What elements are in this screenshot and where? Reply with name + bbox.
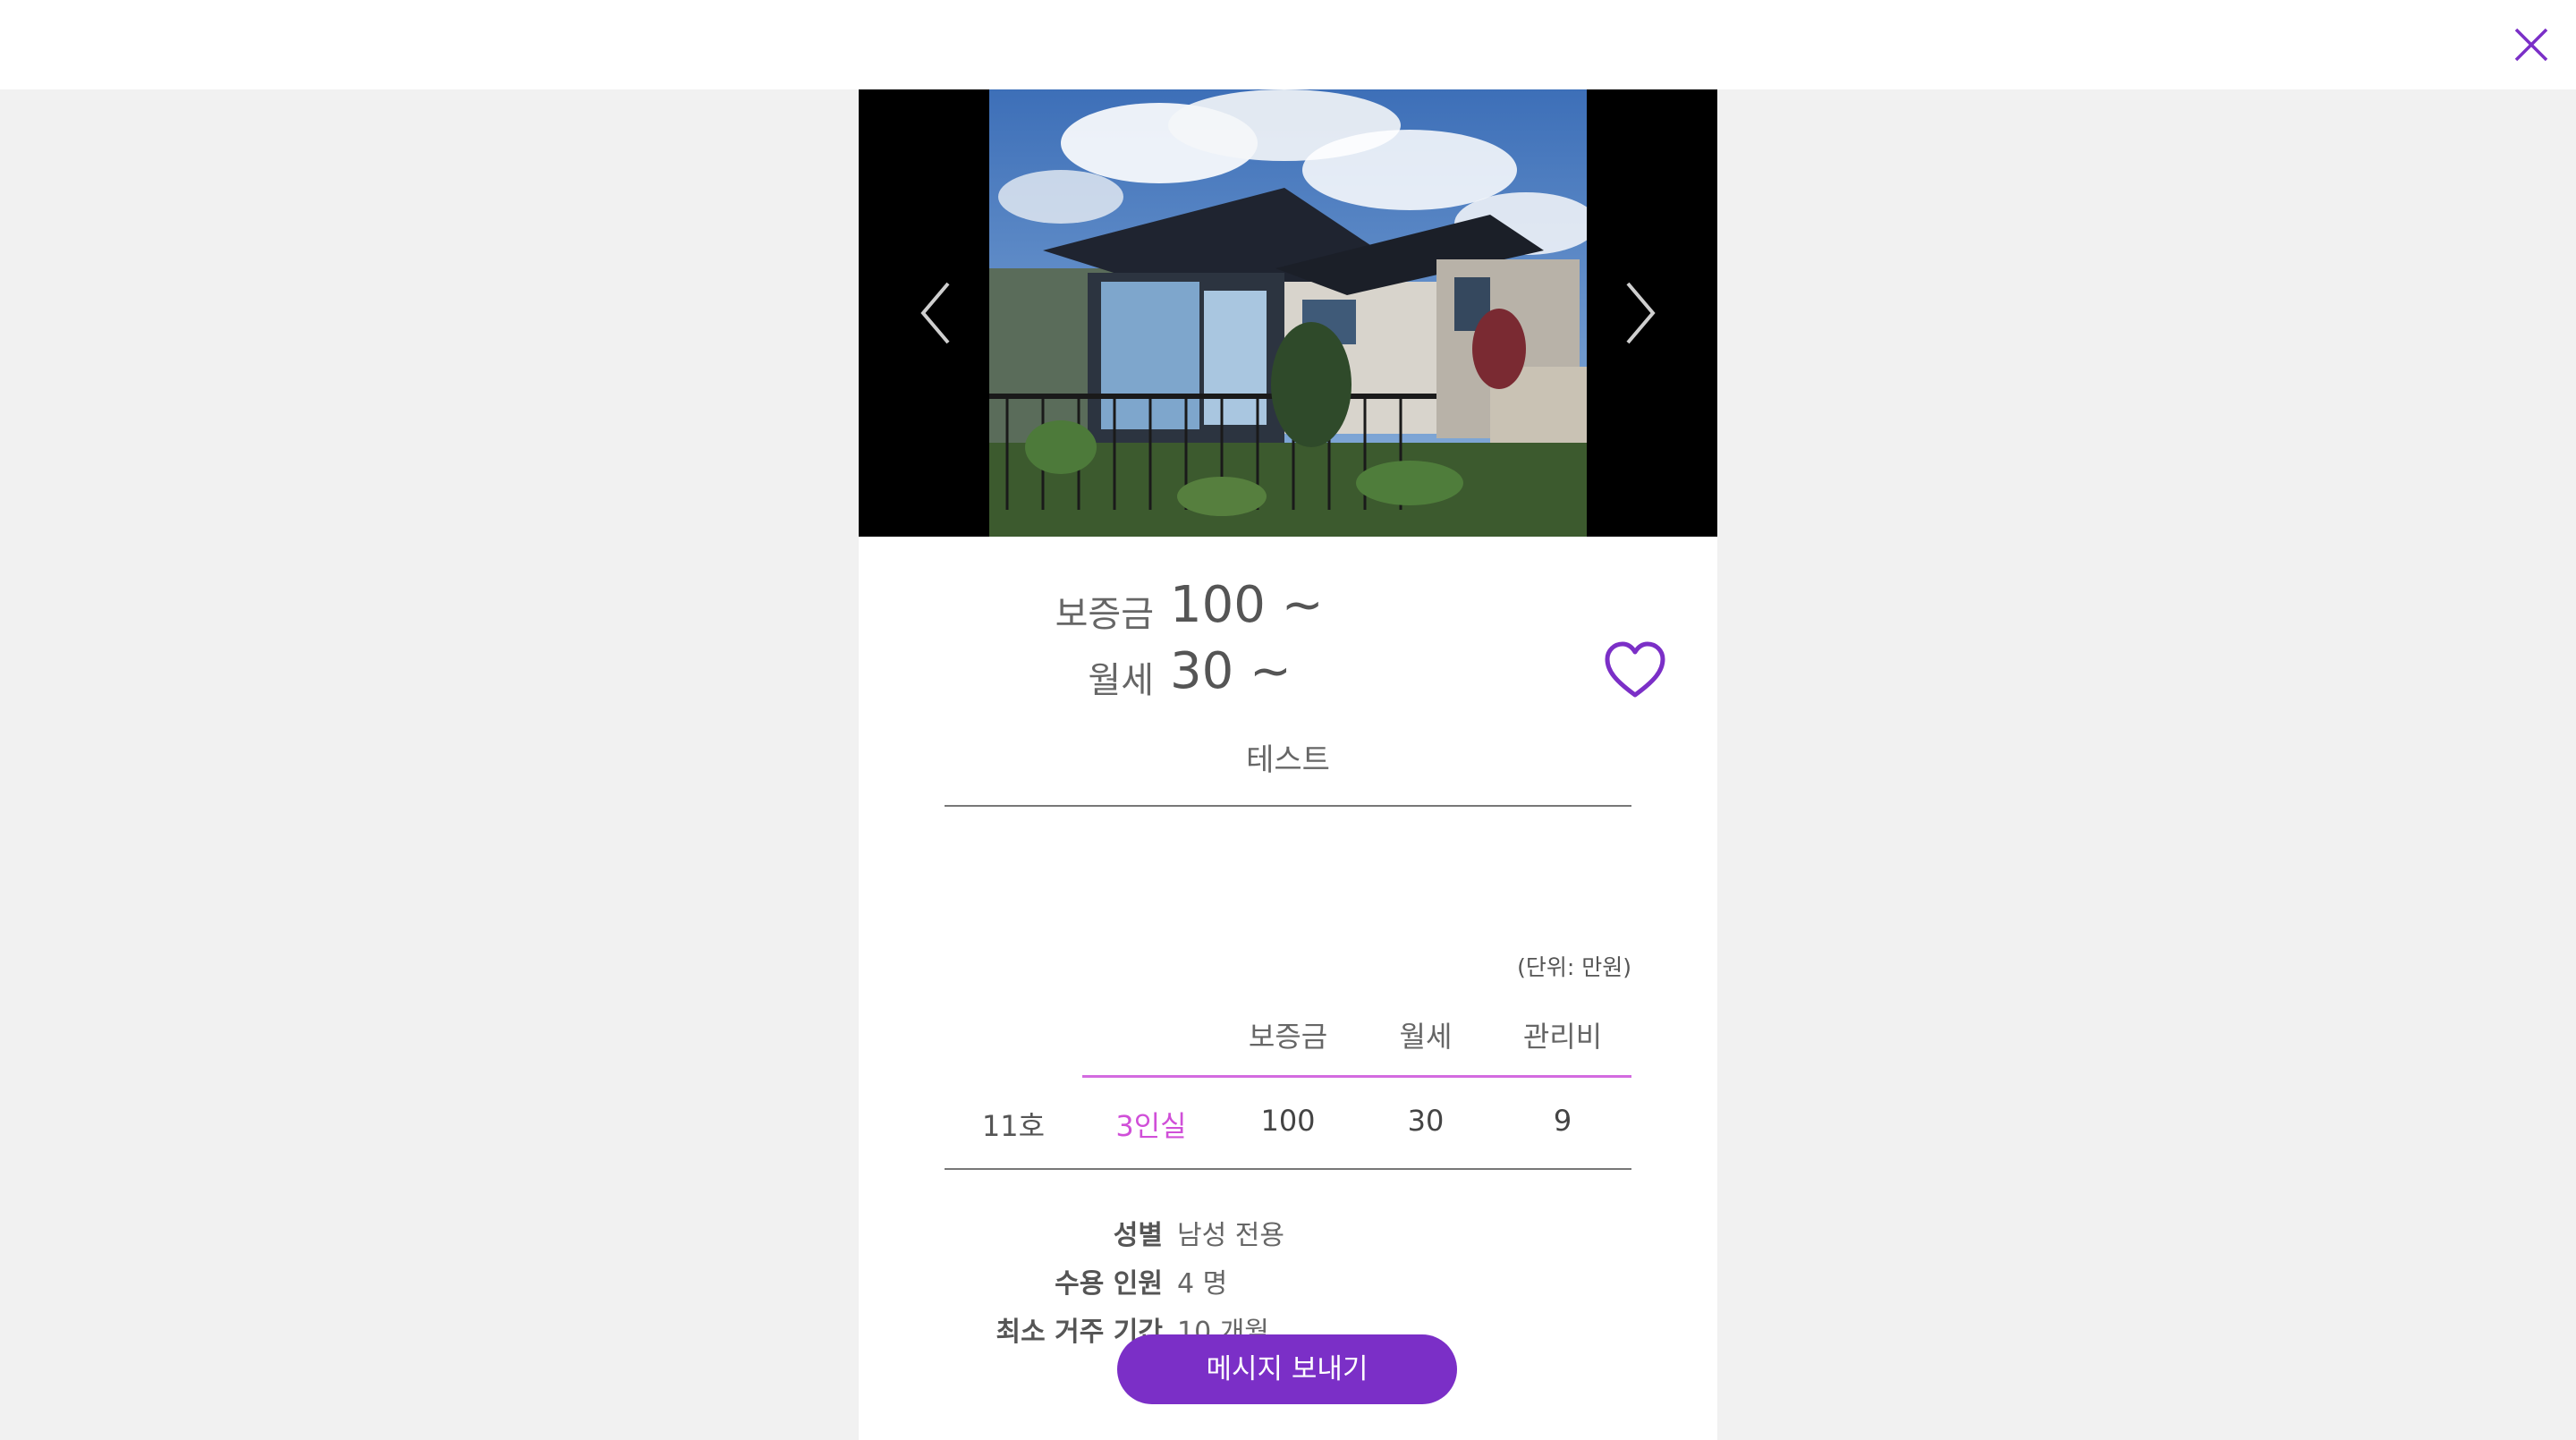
- rent-row: 월세: [859, 646, 1154, 701]
- table-header-underline: [1082, 1075, 1631, 1078]
- room-type-cell: 3인실: [1115, 1109, 1187, 1143]
- chevron-left-icon: [920, 282, 950, 344]
- send-message-button[interactable]: 메시지 보내기: [1117, 1334, 1457, 1404]
- carousel-next-button[interactable]: [1610, 273, 1664, 353]
- deposit-row: 보증금: [859, 580, 1154, 635]
- info-value: 남성 전용: [1177, 1220, 1284, 1251]
- room-unit-cell: 11호: [981, 1109, 1046, 1143]
- info-key: 수용 인원: [1055, 1268, 1163, 1300]
- deposit-value: 100 ~: [1170, 576, 1324, 634]
- rent-value: 30 ~: [1170, 642, 1292, 700]
- close-icon: [2514, 28, 2548, 62]
- room-deposit-cell: 100: [1260, 1104, 1316, 1138]
- room-name: 테스트: [1246, 742, 1330, 778]
- carousel-prev-button[interactable]: [912, 273, 966, 353]
- favorite-button[interactable]: [1603, 640, 1667, 700]
- divider: [945, 805, 1631, 807]
- rent-label: 월세: [1088, 660, 1154, 701]
- close-button[interactable]: [2509, 22, 2554, 67]
- rent-value-wrap: 30 ~: [1170, 642, 1438, 700]
- room-rent-cell: 30: [1407, 1104, 1445, 1138]
- photo-carousel[interactable]: [859, 89, 1717, 537]
- room-fee-cell: 9: [1553, 1104, 1572, 1138]
- heart-outline-icon: [1605, 641, 1665, 698]
- house-photo: [989, 89, 1587, 537]
- column-header-fee: 관리비: [1522, 1020, 1603, 1054]
- unit-note: (단위: 만원): [1517, 954, 1631, 980]
- divider: [945, 1168, 1631, 1170]
- chevron-right-icon: [1626, 282, 1656, 344]
- column-header-deposit: 보증금: [1248, 1020, 1328, 1054]
- listing-detail-card: 보증금 100 ~ 월세 30 ~ 테스트 (단위: 만원) 보증금 월세 관리…: [859, 89, 1717, 1440]
- column-header-rent: 월세: [1399, 1020, 1453, 1054]
- deposit-label: 보증금: [1055, 594, 1154, 635]
- info-value: 4 명: [1177, 1268, 1228, 1300]
- info-key: 성별: [1113, 1220, 1163, 1251]
- top-bar: [0, 0, 2576, 89]
- deposit-value-wrap: 100 ~: [1170, 576, 1438, 634]
